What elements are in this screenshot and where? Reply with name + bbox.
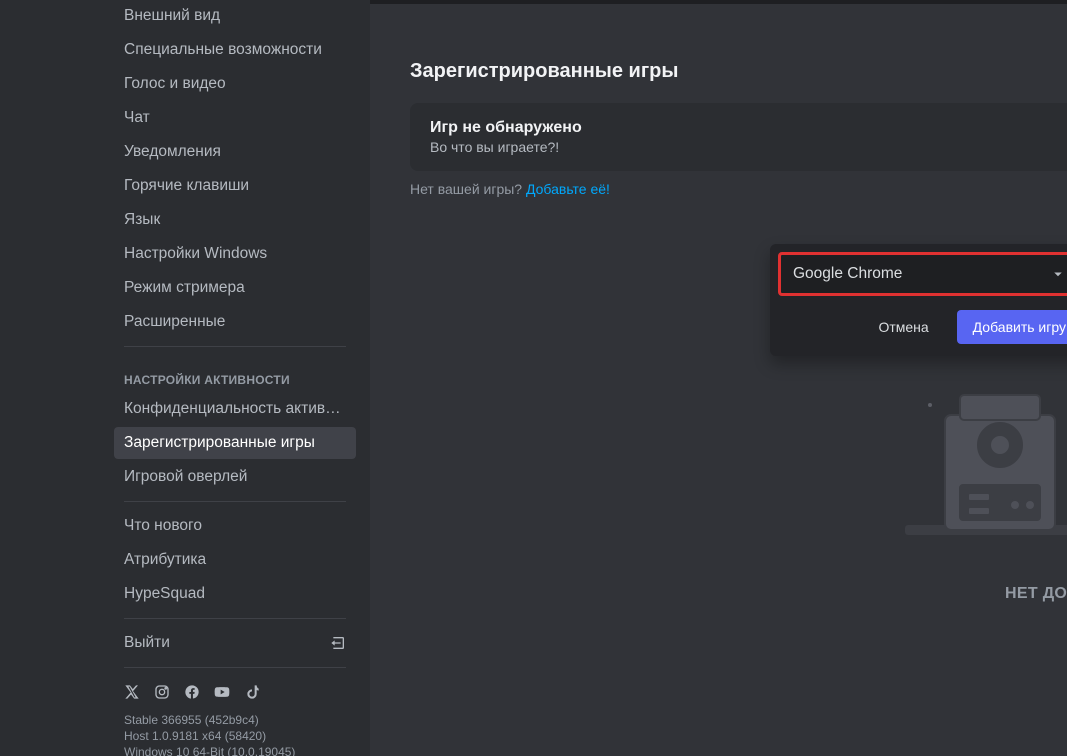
sidebar-item-label: Что нового xyxy=(124,516,202,536)
sidebar-item-whats-new[interactable]: Что нового xyxy=(114,510,356,542)
social-links xyxy=(114,676,356,704)
sidebar-divider xyxy=(124,346,346,347)
sidebar-item-streamer-mode[interactable]: Режим стримера xyxy=(114,272,356,304)
sidebar-item-label: Внешний вид xyxy=(124,6,220,26)
window-titlebar xyxy=(370,0,1067,4)
sidebar-item-label: Конфиденциальность актив… xyxy=(124,399,341,419)
sidebar-item-label: Атрибутика xyxy=(124,550,206,570)
add-game-hint: Нет вашей игры? Добавьте её! xyxy=(410,181,1027,197)
tiktok-icon[interactable] xyxy=(244,684,260,700)
version-line: Host 1.0.9181 x64 (58420) xyxy=(124,728,346,744)
sidebar-item-label: Голос и видео xyxy=(124,74,226,94)
sidebar-item-language[interactable]: Язык xyxy=(114,204,356,236)
sidebar-item-label: Язык xyxy=(124,210,160,230)
sidebar-item-keybinds[interactable]: Горячие клавиши xyxy=(114,170,356,202)
card-title: Игр не обнаружено xyxy=(430,119,1047,137)
sidebar-item-label: Специальные возможности xyxy=(124,40,322,60)
hint-text: Нет вашей игры? xyxy=(410,181,526,197)
card-subtitle: Во что вы играете?! xyxy=(430,139,1047,155)
select-value: Google Chrome xyxy=(793,265,902,283)
sidebar-item-registered-games[interactable]: Зарегистрированные игры xyxy=(114,427,356,459)
youtube-icon[interactable] xyxy=(214,684,230,700)
sidebar-item-label: Настройки Windows xyxy=(124,244,267,264)
sidebar-item-notifications[interactable]: Уведомления xyxy=(114,136,356,168)
chevron-down-icon xyxy=(1049,265,1067,283)
add-game-popover: Google Chrome Отмена Добавить игру xyxy=(770,244,1067,356)
page-title: Зарегистрированные игры xyxy=(410,60,1027,83)
sidebar-item-accessibility[interactable]: Специальные возможности xyxy=(114,34,356,66)
facebook-icon[interactable] xyxy=(184,684,200,700)
instagram-icon[interactable] xyxy=(154,684,170,700)
no-game-card: Игр не обнаружено Во что вы играете?! xyxy=(410,103,1067,171)
left-gutter xyxy=(0,0,100,756)
version-line: Windows 10 64-Bit (10.0.19045) xyxy=(124,744,346,756)
twitter-x-icon[interactable] xyxy=(124,684,140,700)
sidebar-item-merch[interactable]: Атрибутика xyxy=(114,544,356,576)
game-select[interactable]: Google Chrome xyxy=(778,252,1067,296)
sidebar-item-hypesquad[interactable]: HypeSquad xyxy=(114,578,356,610)
sidebar-item-appearance[interactable]: Внешний вид xyxy=(114,0,356,32)
sidebar-item-chat[interactable]: Чат xyxy=(114,102,356,134)
add-game-button[interactable]: Добавить игру xyxy=(957,310,1067,344)
add-game-link[interactable]: Добавьте её! xyxy=(526,181,610,197)
sidebar-item-label: Чат xyxy=(124,108,150,128)
sidebar-item-label: Расширенные xyxy=(124,312,225,332)
settings-sidebar: Внешний вид Специальные возможности Голо… xyxy=(100,0,370,756)
sidebar-item-label: HypeSquad xyxy=(124,584,205,604)
sidebar-item-label: Горячие клавиши xyxy=(124,176,249,196)
sidebar-item-advanced[interactable]: Расширенные xyxy=(114,306,356,338)
sidebar-item-windows-settings[interactable]: Настройки Windows xyxy=(114,238,356,270)
sidebar-divider xyxy=(124,618,346,619)
sidebar-divider xyxy=(124,667,346,668)
sidebar-item-label: Уведомления xyxy=(124,142,221,162)
sidebar-item-label: Игровой оверлей xyxy=(124,467,247,487)
version-info: Stable 366955 (452b9c4) Host 1.0.9181 x6… xyxy=(114,704,356,756)
popover-actions: Отмена Добавить игру xyxy=(778,310,1067,344)
main-content: Зарегистрированные игры Игр не обнаружен… xyxy=(370,0,1067,756)
sidebar-item-logout[interactable]: Выйти xyxy=(114,627,356,659)
sidebar-heading-activity: НАСТРОЙКИ АКТИВНОСТИ xyxy=(114,355,356,393)
version-line: Stable 366955 (452b9c4) xyxy=(124,712,346,728)
sidebar-item-label: Режим стримера xyxy=(124,278,245,298)
sidebar-item-label: Выйти xyxy=(124,633,170,653)
sidebar-item-game-overlay[interactable]: Игровой оверлей xyxy=(114,461,356,493)
sidebar-divider xyxy=(124,501,346,502)
sidebar-item-voice-video[interactable]: Голос и видео xyxy=(114,68,356,100)
empty-state-text: НЕТ ДОБАВЛЕННЫХ ИГР xyxy=(780,585,1067,603)
sidebar-item-label: Зарегистрированные игры xyxy=(124,433,315,453)
logout-icon xyxy=(330,635,346,651)
sidebar-item-activity-privacy[interactable]: Конфиденциальность актив… xyxy=(114,393,356,425)
cancel-button[interactable]: Отмена xyxy=(862,310,944,344)
